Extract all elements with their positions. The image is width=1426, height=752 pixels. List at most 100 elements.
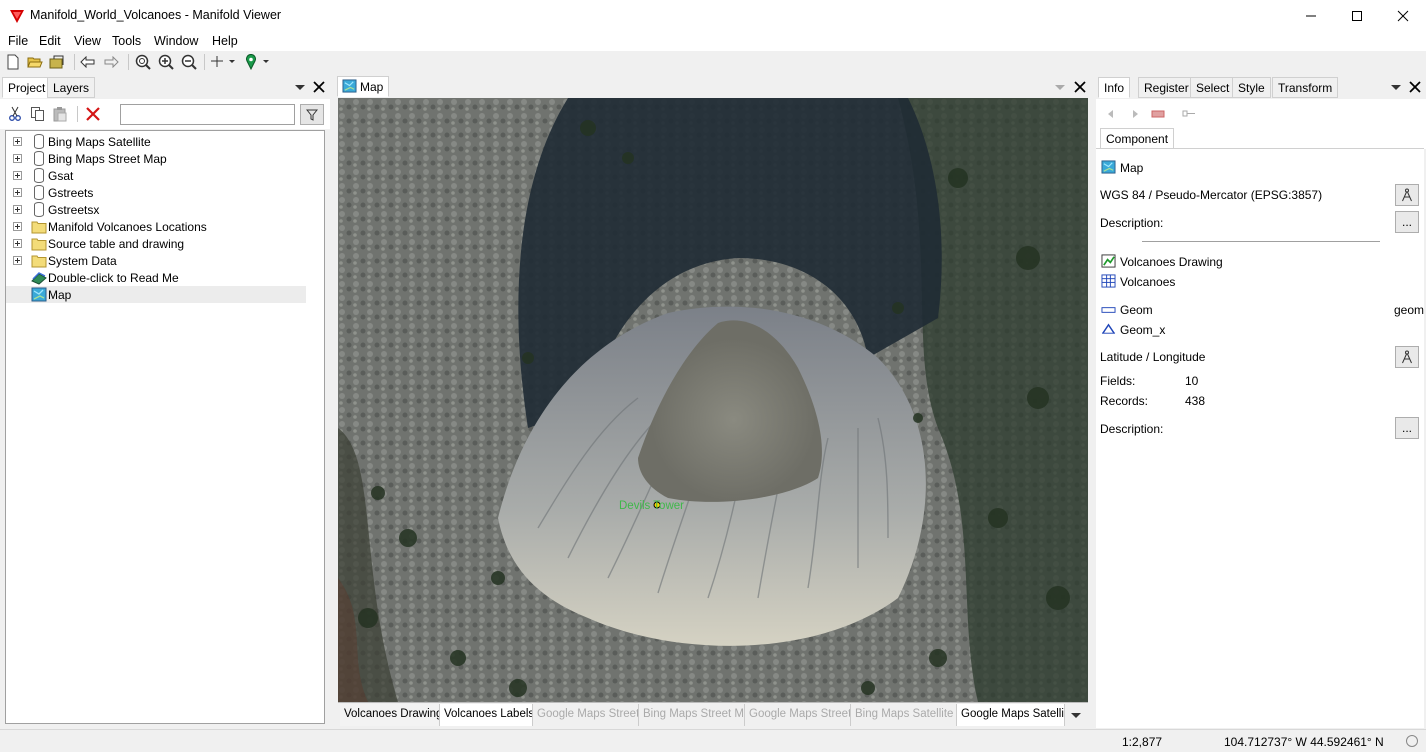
expand-icon[interactable] bbox=[13, 171, 22, 180]
expand-icon[interactable] bbox=[13, 205, 22, 214]
tree-item-bing-maps-satellite[interactable]: Bing Maps Satellite bbox=[6, 133, 306, 150]
expand-icon[interactable] bbox=[13, 137, 22, 146]
menu-help[interactable]: Help bbox=[212, 34, 238, 48]
expand-icon[interactable] bbox=[13, 256, 22, 265]
tab-select[interactable]: Select bbox=[1190, 77, 1236, 98]
tree-item-bing-maps-street-map[interactable]: Bing Maps Street Map bbox=[6, 150, 306, 167]
comments-icon bbox=[31, 272, 47, 285]
menu-tools[interactable]: Tools bbox=[112, 34, 141, 48]
expand-icon[interactable] bbox=[13, 239, 22, 248]
paste-button[interactable] bbox=[52, 106, 68, 122]
prev-icon[interactable] bbox=[1106, 109, 1116, 119]
layer-tab-google-maps-satellite[interactable]: Google Maps Satelli... bbox=[957, 704, 1065, 726]
info-menu-chevron-icon[interactable] bbox=[1391, 85, 1401, 90]
records-value: 438 bbox=[1185, 394, 1206, 408]
crosshair-dropdown[interactable] bbox=[210, 54, 236, 70]
menu-view[interactable]: View bbox=[74, 34, 101, 48]
minimize-icon bbox=[1306, 15, 1316, 16]
description-label: Description: bbox=[1100, 216, 1164, 230]
drawing-name: Volcanoes Drawing bbox=[1120, 255, 1223, 269]
menu-file[interactable]: File bbox=[8, 34, 28, 48]
tree-item-manifold-volcanoes-locations[interactable]: Manifold Volcanoes Locations bbox=[6, 218, 306, 235]
tab-transform[interactable]: Transform bbox=[1272, 77, 1339, 98]
main-toolbar bbox=[0, 51, 1426, 73]
database-icon bbox=[34, 168, 44, 183]
filter-button[interactable] bbox=[300, 104, 324, 125]
layer-tab-bing-maps-street[interactable]: Bing Maps Street M... bbox=[639, 704, 745, 726]
component-name: Map bbox=[1120, 161, 1144, 175]
save-button[interactable] bbox=[49, 54, 65, 70]
tree-item-label: Gstreetsx bbox=[48, 203, 100, 217]
menu-window[interactable]: Window bbox=[154, 34, 198, 48]
copy-button[interactable] bbox=[30, 106, 46, 122]
coord-system-button[interactable] bbox=[1395, 346, 1419, 368]
subtab-component[interactable]: Component bbox=[1100, 128, 1175, 149]
filter-icon bbox=[306, 109, 318, 121]
tab-info[interactable]: Info bbox=[1098, 77, 1131, 98]
new-button[interactable] bbox=[5, 54, 21, 70]
tree-item-source-table-and-drawing[interactable]: Source table and drawing bbox=[6, 235, 306, 252]
panel-menu-chevron-icon[interactable] bbox=[295, 85, 305, 90]
maximize-button[interactable] bbox=[1334, 0, 1380, 31]
map-canvas[interactable] bbox=[338, 98, 1088, 702]
tree-item-gsat[interactable]: Gsat bbox=[6, 167, 306, 184]
project-filter-input[interactable] bbox=[120, 104, 295, 125]
next-icon[interactable] bbox=[1130, 109, 1140, 119]
project-tree: Bing Maps Satellite Bing Maps Street Map… bbox=[5, 130, 325, 724]
tab-register[interactable]: Register bbox=[1138, 77, 1195, 98]
toolbar-separator bbox=[77, 106, 78, 122]
zoom-button[interactable] bbox=[135, 54, 151, 70]
layer-tab-volcanoes-drawing[interactable]: Volcanoes Drawing bbox=[340, 704, 440, 726]
delete-icon bbox=[86, 107, 100, 121]
layer-tabs-chevron-icon[interactable] bbox=[1071, 713, 1081, 718]
projection-button[interactable] bbox=[1395, 184, 1419, 206]
fields-value: 10 bbox=[1185, 374, 1199, 388]
layer-tab-google-maps-street[interactable]: Google Maps Street... bbox=[533, 704, 639, 726]
tree-item-read-me[interactable]: Double-click to Read Me bbox=[6, 269, 306, 286]
delete-button[interactable] bbox=[85, 106, 101, 122]
panel-close-icon[interactable] bbox=[312, 80, 326, 94]
info-close-icon[interactable] bbox=[1408, 80, 1422, 94]
feature-label[interactable]: Devils Tower bbox=[619, 500, 684, 512]
database-icon bbox=[34, 185, 44, 200]
tree-item-map[interactable]: Map bbox=[6, 286, 306, 303]
tree-item-gstreets[interactable]: Gstreets bbox=[6, 184, 306, 201]
tab-style[interactable]: Style bbox=[1232, 77, 1271, 98]
expand-icon[interactable] bbox=[13, 154, 22, 163]
close-window-button[interactable] bbox=[1380, 0, 1426, 31]
locate-dropdown[interactable] bbox=[244, 54, 270, 70]
expand-icon[interactable] bbox=[13, 222, 22, 231]
tree-item-label: Double-click to Read Me bbox=[48, 271, 179, 285]
table-description-button[interactable]: ... bbox=[1395, 417, 1419, 439]
table-icon bbox=[1101, 274, 1116, 288]
layer-tab-volcanoes-labels[interactable]: Volcanoes Labels bbox=[440, 704, 533, 726]
zoom-out-button[interactable] bbox=[181, 54, 197, 70]
layer-tab-bing-maps-satellite[interactable]: Bing Maps Satellite ... bbox=[851, 704, 957, 726]
status-bar: 1:2,877 104.712737° W 44.592461° N bbox=[0, 729, 1426, 752]
coordinate-readout: 104.712737° W 44.592461° N bbox=[1224, 735, 1384, 749]
records-label: Records: bbox=[1100, 394, 1149, 408]
open-button[interactable] bbox=[27, 54, 43, 70]
forward-button[interactable] bbox=[103, 54, 119, 70]
compass-icon bbox=[1402, 188, 1412, 202]
crosshair-icon bbox=[211, 56, 235, 67]
tree-item-system-data[interactable]: System Data bbox=[6, 252, 306, 269]
expand-icon[interactable] bbox=[13, 188, 22, 197]
selection-icon[interactable] bbox=[1151, 109, 1165, 119]
tab-project[interactable]: Project bbox=[2, 77, 52, 98]
tree-item-gstreetsx[interactable]: Gstreetsx bbox=[6, 201, 306, 218]
back-button[interactable] bbox=[80, 54, 96, 70]
description-button[interactable]: ... bbox=[1395, 211, 1419, 233]
geom-value: geom bbox=[1394, 303, 1425, 317]
table-description-label: Description: bbox=[1100, 422, 1164, 436]
tab-layers[interactable]: Layers bbox=[47, 77, 96, 98]
link-icon[interactable] bbox=[1182, 109, 1196, 119]
layer-tab-google-maps-street-2[interactable]: Google Maps Street... bbox=[745, 704, 851, 726]
cut-button[interactable] bbox=[7, 106, 23, 122]
geom-label: Geom bbox=[1120, 303, 1153, 317]
zoom-in-button[interactable] bbox=[158, 54, 174, 70]
minimize-button[interactable] bbox=[1288, 0, 1334, 31]
menu-edit[interactable]: Edit bbox=[39, 34, 61, 48]
map-close-icon[interactable] bbox=[1073, 80, 1087, 94]
map-menu-chevron-icon[interactable] bbox=[1055, 85, 1065, 90]
